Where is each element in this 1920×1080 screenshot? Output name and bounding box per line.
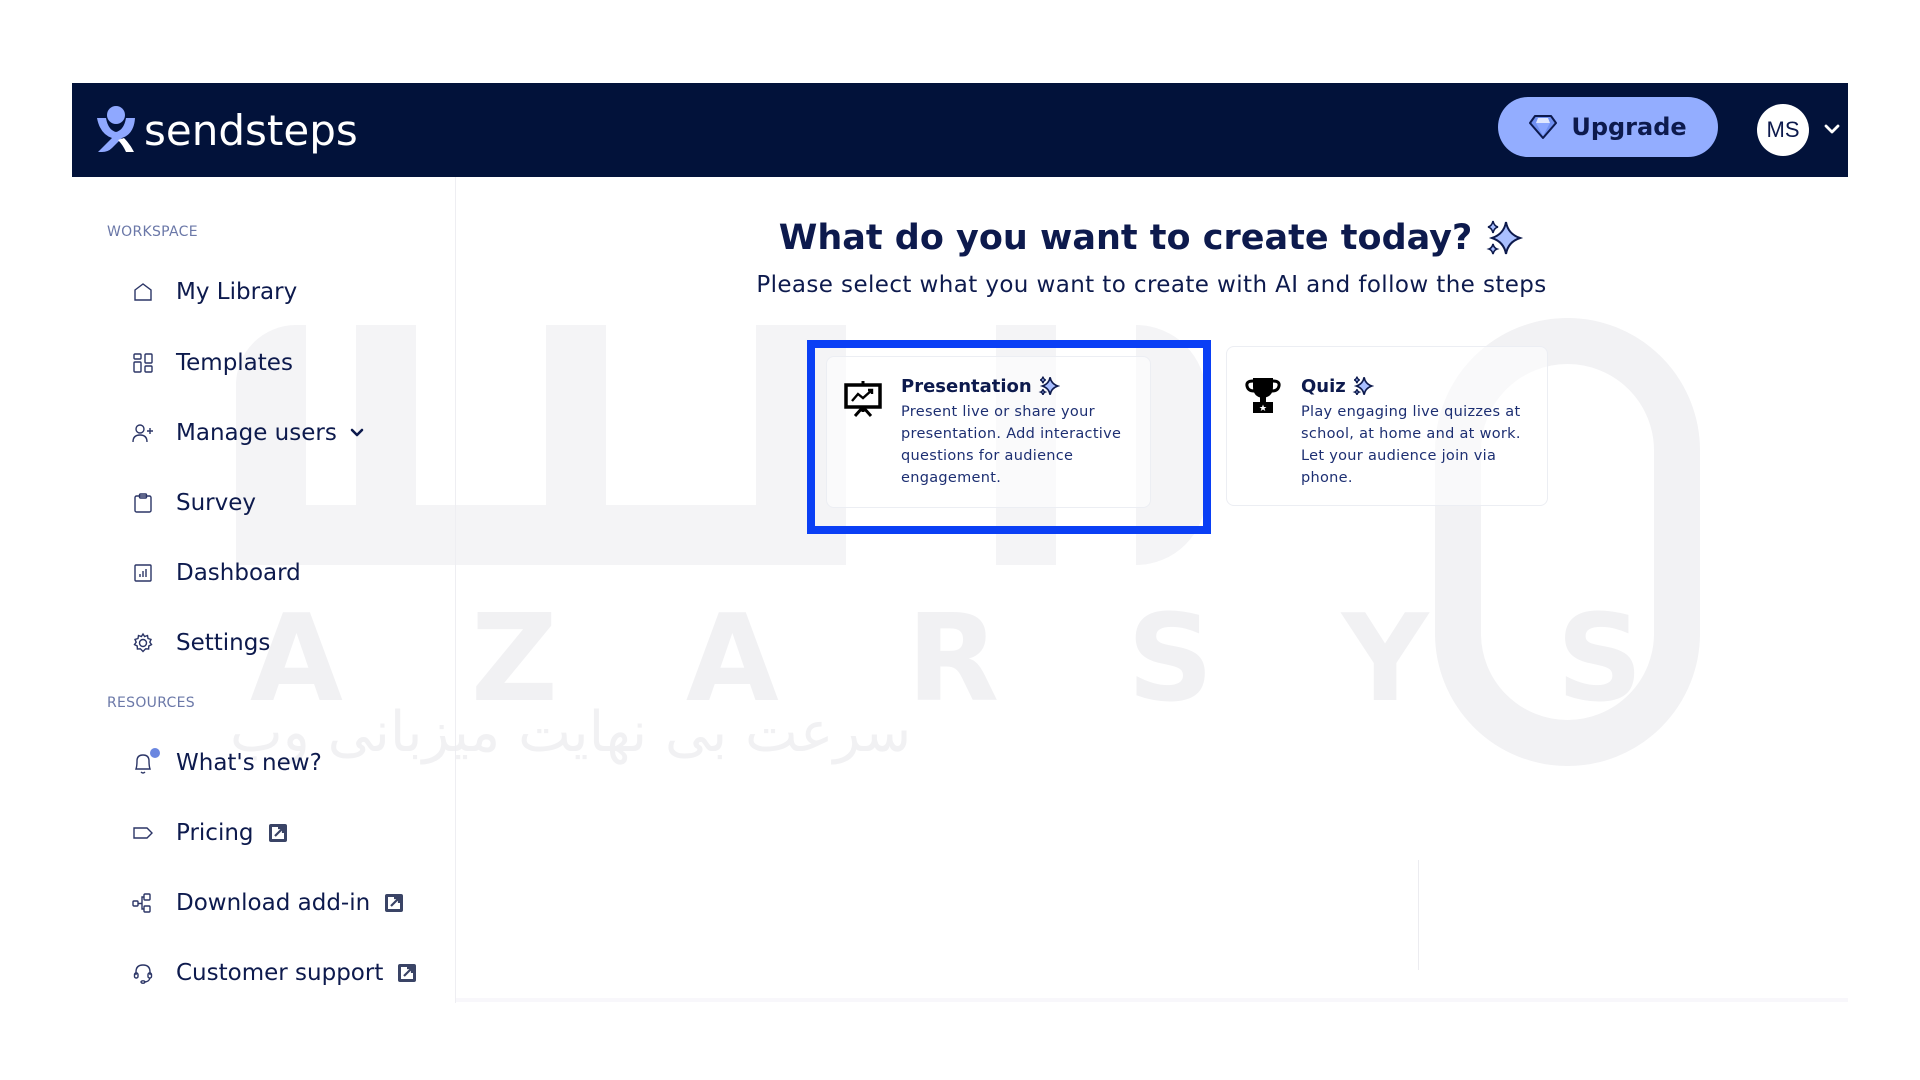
sidebar-item-label: Pricing: [176, 820, 254, 846]
sidebar-item-label: Customer support: [176, 960, 384, 986]
card-title-text: Quiz: [1301, 375, 1346, 397]
add-user-icon: [130, 420, 156, 446]
grid-icon: [130, 350, 156, 376]
external-link-icon: [398, 964, 417, 982]
upgrade-button[interactable]: Upgrade: [1498, 97, 1718, 157]
sidebar-item-customer-support[interactable]: Customer support: [130, 953, 417, 993]
home-icon: [130, 279, 156, 305]
quiz-card-description: Play engaging live quizzes at school, at…: [1301, 404, 1521, 486]
sidebar-item-pricing[interactable]: Pricing: [130, 813, 288, 853]
external-link-icon: [268, 824, 287, 842]
sidebar-item-label: Dashboard: [176, 560, 301, 586]
addin-icon: [130, 890, 156, 916]
sidebar-item-label: Manage users: [176, 420, 337, 446]
presentation-card-description: Present live or share your presentation.…: [901, 404, 1122, 486]
external-link-icon: [385, 894, 404, 912]
sidebar-item-label: My Library: [176, 279, 298, 305]
chevron-down-icon[interactable]: [1822, 119, 1842, 139]
avatar-initials: MS: [1766, 117, 1800, 142]
headset-icon: [130, 960, 156, 986]
sidebar-item-label: Survey: [176, 490, 257, 516]
page-title-text: What do you want to create today?: [778, 218, 1473, 258]
diamond-icon: [1529, 115, 1558, 139]
user-avatar[interactable]: MS: [1757, 104, 1809, 156]
chevron-down-icon[interactable]: [349, 425, 365, 441]
page-bottom-edge: [455, 998, 1848, 1002]
quiz-card[interactable]: Quiz Play engaging live quizzes at schoo…: [1226, 346, 1548, 506]
bell-icon: [130, 748, 160, 776]
chart-icon: [130, 560, 156, 586]
logo-figure-icon: [97, 106, 135, 152]
page-title: What do you want to create today?: [455, 218, 1848, 258]
sparkle-icon: [1352, 376, 1374, 395]
sidebar-item-templates[interactable]: Templates: [130, 343, 293, 383]
sparkle-icon: [1038, 376, 1060, 395]
sidebar: WORKSPACE My Library Templates Manage us…: [72, 177, 456, 1003]
sidebar-item-label: Settings: [176, 630, 271, 656]
card-title-text: Presentation: [901, 375, 1032, 397]
clipboard-icon: [130, 490, 156, 516]
sparkle-icon: [1486, 220, 1524, 255]
resources-section-label: RESOURCES: [107, 695, 195, 711]
workspace-section-label: WORKSPACE: [107, 224, 198, 240]
page-subtitle: Please select what you want to create wi…: [756, 272, 1547, 298]
sidebar-item-dashboard[interactable]: Dashboard: [130, 553, 301, 593]
sidebar-item-my-library[interactable]: My Library: [130, 272, 297, 312]
tag-icon: [130, 820, 156, 846]
sidebar-item-label: Download add-in: [176, 890, 371, 916]
sidebar-item-manage-users[interactable]: Manage users: [130, 413, 365, 453]
divider: [1418, 860, 1419, 970]
sidebar-item-whats-new[interactable]: What's new?: [130, 743, 322, 783]
trophy-icon: [1245, 378, 1281, 413]
sidebar-item-survey[interactable]: Survey: [130, 483, 256, 523]
presentation-board-icon: [844, 381, 882, 417]
sendsteps-logo[interactable]: sendsteps: [94, 101, 358, 159]
upgrade-label: Upgrade: [1571, 113, 1687, 141]
top-header: sendsteps Upgrade MS: [72, 83, 1848, 177]
sidebar-item-settings[interactable]: Settings: [130, 623, 270, 663]
presentation-card-title: Presentation: [901, 375, 1060, 397]
notification-dot: [150, 748, 160, 758]
sidebar-item-download-add-in[interactable]: Download add-in: [130, 883, 404, 923]
sidebar-item-label: Templates: [176, 350, 293, 376]
gear-icon: [130, 630, 156, 656]
presentation-card[interactable]: Presentation Present live or share your …: [826, 356, 1151, 508]
logo-text: sendsteps: [144, 105, 358, 155]
quiz-card-title: Quiz: [1301, 375, 1374, 397]
sidebar-item-label: What's new?: [176, 750, 322, 776]
